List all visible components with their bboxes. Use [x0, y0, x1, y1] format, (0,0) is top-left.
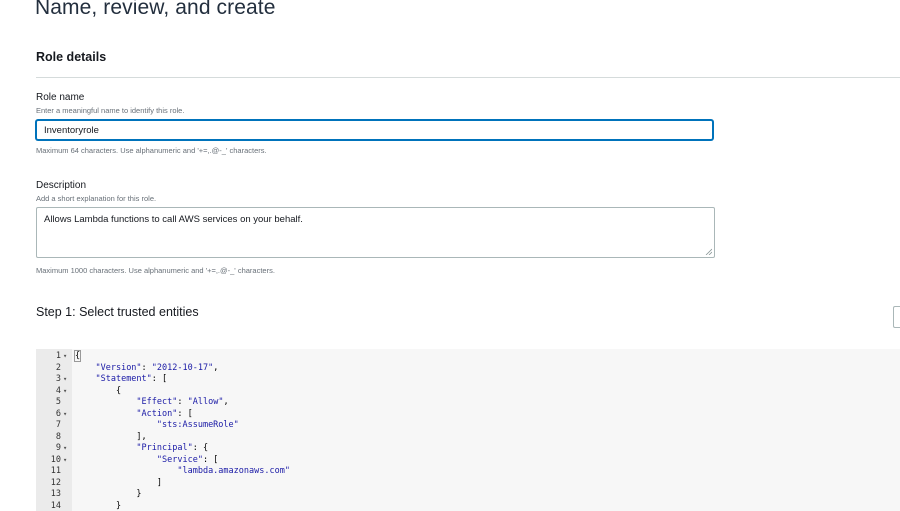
- step1-heading: Step 1: Select trusted entities: [36, 305, 199, 319]
- line-number: 8: [55, 431, 61, 442]
- description-constraint: Maximum 1000 characters. Use alphanumeri…: [36, 266, 275, 275]
- line-code: }: [75, 489, 142, 499]
- fold-arrow-icon[interactable]: ▾: [63, 351, 67, 363]
- line-code: }: [75, 500, 122, 511]
- line-code: {: [73, 350, 82, 362]
- line-code: "Statement": [: [95, 374, 168, 384]
- role-details-heading: Role details: [36, 50, 107, 64]
- line-number: 2: [55, 362, 61, 373]
- code-line: 2 "Version": "2012-10-17",: [36, 363, 900, 375]
- line-number: 13: [50, 489, 61, 499]
- code-line: 3 ▾ "Statement": [: [36, 374, 900, 386]
- line-number: 1: [55, 351, 61, 361]
- fold-arrow-icon[interactable]: ▾: [63, 374, 67, 386]
- line-number: 7: [55, 420, 61, 430]
- line-code: ]: [75, 477, 162, 488]
- description-hint: Add a short explanation for this role.: [36, 194, 157, 203]
- description-textarea[interactable]: Allows Lambda functions to call AWS serv…: [36, 207, 715, 258]
- fold-arrow-icon[interactable]: ▾: [63, 386, 67, 398]
- fold-arrow-icon[interactable]: ▾: [63, 409, 67, 421]
- line-number: 3: [55, 374, 61, 384]
- code-line: 4 ▾ {: [36, 386, 900, 398]
- line-number: 5: [55, 397, 61, 407]
- line-code: {: [75, 385, 122, 396]
- resize-handle-icon[interactable]: [705, 248, 712, 255]
- code-line: 12 ]: [36, 478, 900, 490]
- create-role-page: Name, review, and create Role details Ro…: [0, 0, 900, 511]
- line-number: 6: [55, 408, 61, 419]
- code-line: 5 "Effect": "Allow",: [36, 397, 900, 409]
- code-line: 8 ],: [36, 432, 900, 444]
- line-code: "Version": "2012-10-17",: [95, 362, 219, 373]
- description-label: Description: [36, 180, 87, 191]
- line-code: "sts:AssumeRole": [156, 420, 239, 430]
- line-code: "lambda.amazonaws.com": [177, 466, 290, 476]
- code-line: 9 ▾ "Principal": {: [36, 443, 900, 455]
- fold-arrow-icon[interactable]: ▾: [63, 443, 67, 455]
- line-code: "Action": [: [136, 408, 193, 419]
- code-line: 7 "sts:AssumeRole": [36, 420, 900, 432]
- line-number: 12: [50, 477, 61, 488]
- page-title: Name, review, and create: [35, 0, 276, 19]
- role-name-constraint: Maximum 64 characters. Use alphanumeric …: [36, 146, 267, 155]
- code-line: 1 ▾ {: [36, 350, 900, 363]
- code-line: 14 }: [36, 501, 900, 511]
- role-name-input[interactable]: [36, 120, 713, 140]
- code-line: 11 "lambda.amazonaws.com": [36, 466, 900, 478]
- line-number: 11: [50, 466, 61, 476]
- line-code: "Principal": {: [136, 443, 209, 453]
- line-code: "Effect": "Allow",: [136, 397, 229, 407]
- role-name-hint: Enter a meaningful name to identify this…: [36, 106, 185, 115]
- line-code: "Service": [: [156, 454, 219, 465]
- line-number: 14: [50, 500, 61, 511]
- line-code: ],: [75, 431, 147, 442]
- line-number: 4: [55, 385, 61, 396]
- code-line: 10 ▾ "Service": [: [36, 455, 900, 467]
- fold-arrow-icon[interactable]: ▾: [63, 455, 67, 467]
- description-value: Allows Lambda functions to call AWS serv…: [44, 214, 303, 225]
- section-divider: [36, 77, 900, 78]
- code-line: 6 ▾ "Action": [: [36, 409, 900, 421]
- policy-json-editor[interactable]: 1 ▾{2 "Version": "2012-10-17", 3 ▾ "Stateme…: [36, 349, 900, 511]
- code-line: 13 }: [36, 489, 900, 501]
- line-number: 9: [55, 443, 61, 453]
- role-name-label: Role name: [36, 92, 85, 103]
- edit-button[interactable]: [893, 306, 900, 328]
- line-number: 10: [50, 454, 61, 465]
